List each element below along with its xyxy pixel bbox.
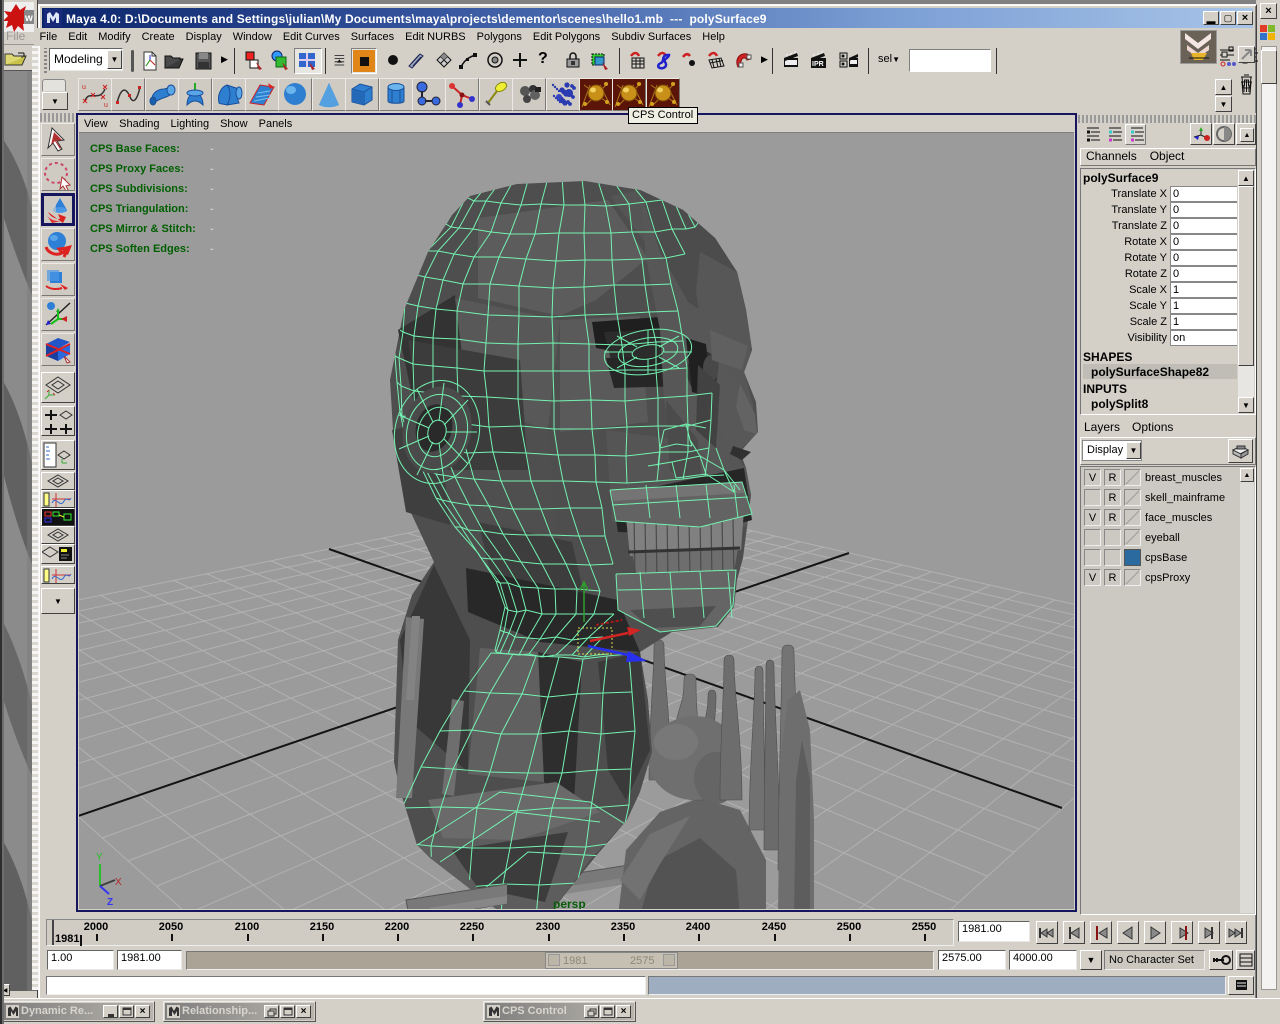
svg-text:u: u xyxy=(104,102,108,109)
svg-text:u: u xyxy=(82,84,86,91)
svg-text:w: w xyxy=(24,13,33,24)
svg-text:IPR: IPR xyxy=(812,61,824,68)
svg-text:Y: Y xyxy=(96,852,103,863)
svg-text:persp: persp xyxy=(553,897,586,909)
svg-text:Z: Z xyxy=(107,897,113,908)
svg-text:X: X xyxy=(115,877,122,888)
